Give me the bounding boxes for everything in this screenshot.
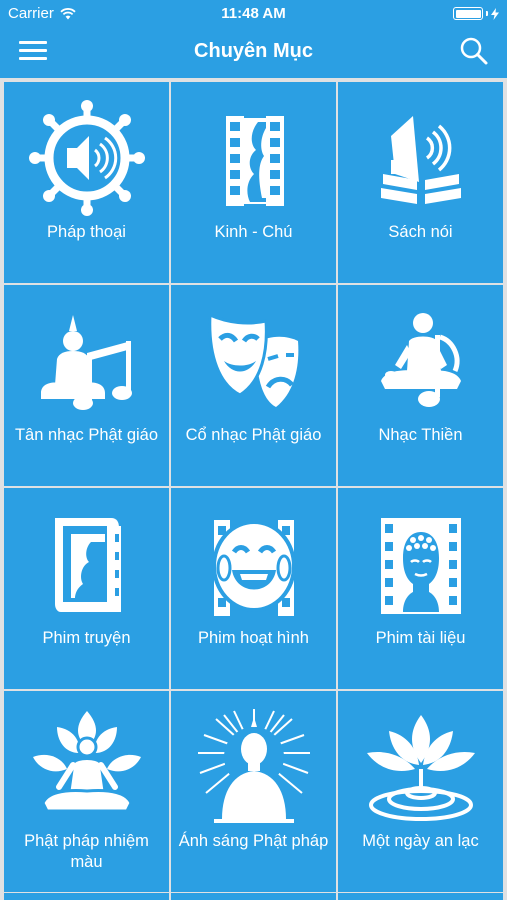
film-book-icon bbox=[54, 518, 121, 612]
category-tile-tan-nhac-phat-giao[interactable]: Tân nhạc Phật giáo bbox=[4, 285, 169, 486]
search-icon bbox=[460, 37, 488, 65]
category-label: Kinh - Chú bbox=[214, 223, 293, 241]
audiobook-icon bbox=[380, 116, 461, 204]
category-label: Nhạc Thiền bbox=[378, 426, 463, 444]
category-tile-phat-phap-nhiem-mau[interactable]: Phật pháp nhiệm màu bbox=[4, 691, 169, 892]
category-tile-anh-sang-phat-phap[interactable]: Ánh sáng Phật pháp bbox=[171, 691, 336, 892]
dharma-wheel-speaker-icon bbox=[28, 100, 145, 216]
laughing-buddha-film-icon bbox=[211, 520, 296, 616]
category-label: Phim tài liệu bbox=[375, 629, 466, 647]
battery-indicator bbox=[453, 7, 499, 20]
theater-masks-icon bbox=[207, 312, 298, 407]
film-buddha-icon bbox=[225, 116, 284, 206]
category-label: Sách nói bbox=[388, 223, 453, 241]
category-tile-phap-thoai[interactable]: Pháp thoại bbox=[4, 82, 169, 283]
meditation-music-icon bbox=[380, 313, 461, 407]
bolt-icon bbox=[491, 7, 499, 20]
category-label: Phật pháp nhiệm màu bbox=[24, 832, 149, 871]
lotus-meditation-icon bbox=[32, 711, 141, 813]
category-label: Tân nhạc Phật giáo bbox=[14, 426, 159, 444]
category-tile-nhac-thien[interactable]: Nhạc Thiền bbox=[338, 285, 503, 486]
battery-icon bbox=[453, 7, 483, 20]
next-row-edge bbox=[4, 893, 504, 900]
category-label: Ánh sáng Phật pháp bbox=[178, 832, 329, 850]
page-title: Chuyên Mục bbox=[194, 40, 313, 62]
radiant-buddha-icon bbox=[197, 709, 310, 823]
category-label: Phim hoạt hình bbox=[198, 629, 309, 647]
status-time: 11:48 AM bbox=[221, 5, 286, 22]
category-tile-mot-ngay-an-lac[interactable]: Một ngày an lạc bbox=[338, 691, 503, 892]
category-tile-phim-hoat-hinh[interactable]: Phim hoạt hình bbox=[171, 488, 336, 689]
buddha-head-film-icon bbox=[380, 518, 461, 614]
lotus-water-icon bbox=[366, 715, 475, 821]
category-label: Pháp thoại bbox=[47, 223, 126, 241]
category-tile-phim-tai-lieu[interactable]: Phim tài liệu bbox=[338, 488, 503, 689]
category-label: Cổ nhạc Phật giáo bbox=[185, 426, 322, 444]
category-label: Một ngày an lạc bbox=[362, 832, 479, 850]
category-tile-sach-noi[interactable]: Sách nói bbox=[338, 82, 503, 283]
category-tile-co-nhac-phat-giao[interactable]: Cổ nhạc Phật giáo bbox=[171, 285, 336, 486]
search-button[interactable] bbox=[459, 36, 491, 68]
category-tile-kinh-chu[interactable]: Kinh - Chú bbox=[171, 82, 336, 283]
category-grid: Pháp thoại Kinh - Chú Sách nói Tân nhạc … bbox=[4, 82, 504, 892]
buddha-music-note-icon bbox=[40, 315, 132, 410]
category-tile-phim-truyen[interactable]: Phim truyện bbox=[4, 488, 169, 689]
category-label: Phim truyện bbox=[42, 629, 131, 647]
navigation-bar: Chuyên Mục bbox=[0, 26, 507, 78]
status-bar: Carrier 11:48 AM bbox=[0, 0, 507, 26]
